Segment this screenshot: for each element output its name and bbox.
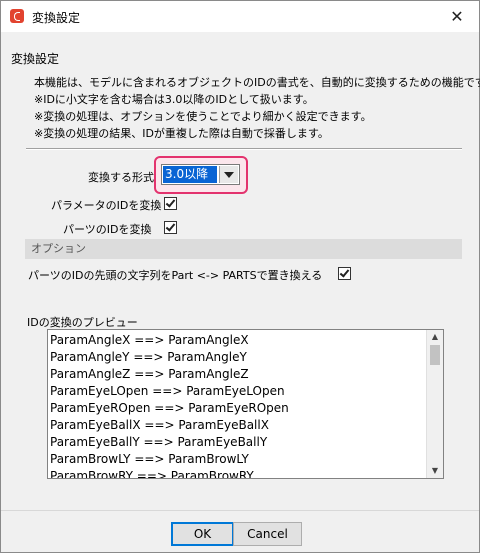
section-title: 変換設定 xyxy=(11,52,60,66)
footer-divider xyxy=(1,510,479,511)
app-icon xyxy=(10,9,24,23)
description-line: 本機能は、モデルに含まれるオブジェクトのIDの書式を、自動的に変換するための機能… xyxy=(34,76,480,89)
title-bar: 変換設定 ✕ xyxy=(1,1,479,32)
scroll-up-icon[interactable]: ▲ xyxy=(427,330,443,344)
description-line: ※変換の処理は、オプションを使うことでより細かく設定できます。 xyxy=(34,110,372,123)
dialog-content: 変換設定 本機能は、モデルに含まれるオブジェクトのIDの書式を、自動的に変換する… xyxy=(9,40,480,510)
format-select[interactable]: 3.0以降 xyxy=(161,164,240,185)
close-icon[interactable]: ✕ xyxy=(435,1,479,32)
format-label: 変換する形式 xyxy=(88,171,154,184)
convert-parts-label: パーツのIDを変換 xyxy=(63,223,152,236)
format-select-value: 3.0以降 xyxy=(163,166,217,183)
ok-button[interactable]: OK xyxy=(171,522,234,546)
list-item[interactable]: ParamAngleZ ==> ParamAngleZ xyxy=(50,366,422,383)
dialog-window: 変換設定 ✕ 変換設定 本機能は、モデルに含まれるオブジェクトのIDの書式を、自… xyxy=(0,0,480,553)
preview-listbox[interactable]: ParamAngleX ==> ParamAngleX ParamAngleY … xyxy=(47,329,444,479)
list-item[interactable]: ParamEyeBallX ==> ParamEyeBallX xyxy=(50,417,422,434)
preview-list: ParamAngleX ==> ParamAngleX ParamAngleY … xyxy=(50,332,422,478)
convert-parts-checkbox[interactable] xyxy=(164,221,177,234)
vertical-scrollbar[interactable]: ▲ ▼ xyxy=(426,330,443,478)
description-line: ※IDに小文字を含む場合は3.0以降のIDとして扱います。 xyxy=(34,93,314,106)
convert-params-checkbox[interactable] xyxy=(164,197,177,210)
list-item[interactable]: ParamEyeLOpen ==> ParamEyeLOpen xyxy=(50,383,422,400)
cancel-button[interactable]: Cancel xyxy=(233,522,302,546)
list-item[interactable]: ParamEyeROpen ==> ParamEyeROpen xyxy=(50,400,422,417)
options-header: オプション xyxy=(25,239,462,259)
window-title: 変換設定 xyxy=(32,11,81,25)
replace-prefix-checkbox[interactable] xyxy=(338,267,351,280)
chevron-down-icon[interactable] xyxy=(219,166,238,183)
description-line: ※変換の処理の結果、IDが重複した際は自動で採番します。 xyxy=(34,127,329,140)
scroll-down-icon[interactable]: ▼ xyxy=(427,464,443,478)
divider xyxy=(26,148,462,150)
list-item[interactable]: ParamAngleX ==> ParamAngleX xyxy=(50,332,422,349)
format-select-highlight: 3.0以降 xyxy=(154,156,248,194)
preview-label: IDの変換のプレビュー xyxy=(27,316,138,329)
list-item[interactable]: ParamBrowLY ==> ParamBrowLY xyxy=(50,451,422,468)
list-item[interactable]: ParamAngleY ==> ParamAngleY xyxy=(50,349,422,366)
replace-prefix-label: パーツのIDの先頭の文字列をPart <-> PARTSで置き換える xyxy=(28,269,323,282)
convert-params-label: パラメータのIDを変換 xyxy=(51,199,162,212)
list-item[interactable]: ParamBrowRY ==> ParamBrowRY xyxy=(50,468,422,478)
description: 本機能は、モデルに含まれるオブジェクトのIDの書式を、自動的に変換するための機能… xyxy=(34,74,480,142)
scroll-thumb[interactable] xyxy=(430,345,440,365)
list-item[interactable]: ParamEyeBallY ==> ParamEyeBallY xyxy=(50,434,422,451)
